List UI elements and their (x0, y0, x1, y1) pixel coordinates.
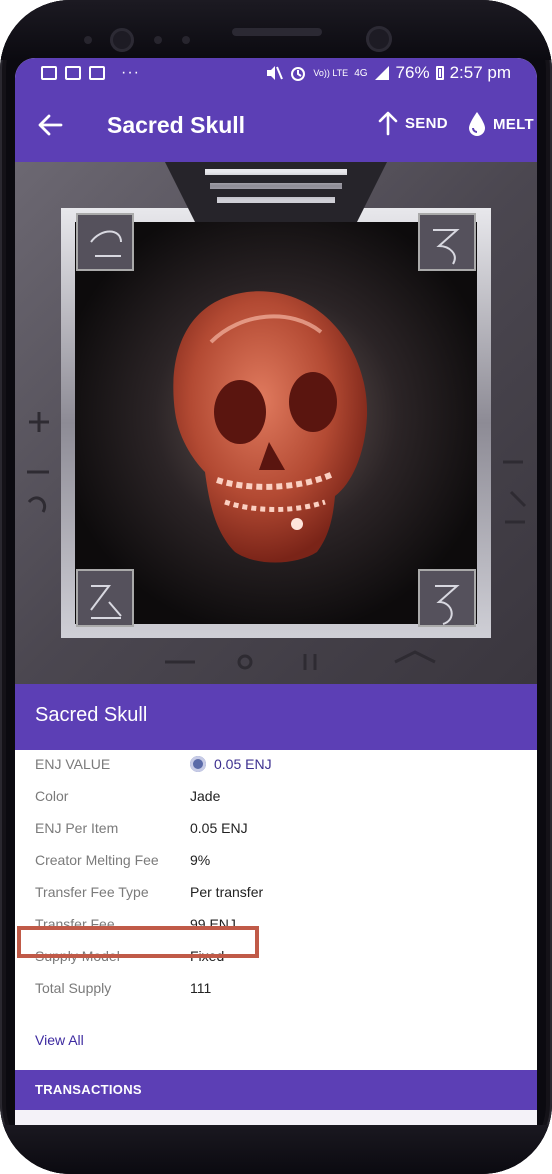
enj-coin-icon (190, 756, 206, 772)
screen: ··· Vo)) LTE 4G 76% 2:57 pm Sacred Skull… (15, 58, 537, 1128)
phone-bottom-bezel (0, 1125, 552, 1174)
notification-icons: ··· (41, 64, 140, 82)
detail-value: 111 (190, 980, 212, 996)
melt-button[interactable]: MELT (467, 110, 534, 138)
transactions-header[interactable]: TRANSACTIONS (15, 1070, 537, 1110)
transactions-label: TRANSACTIONS (35, 1082, 142, 1097)
system-icons: Vo)) LTE 4G 76% 2:57 pm (265, 63, 511, 83)
network-type: 4G (354, 67, 368, 79)
battery-icon (435, 66, 444, 80)
phone-top-bezel (0, 0, 552, 60)
detail-row-enj-per-item: ENJ Per Item 0.05 ENJ (15, 814, 537, 846)
front-camera (366, 26, 392, 52)
gallery-icon (41, 66, 57, 80)
page-title: Sacred Skull (107, 112, 246, 138)
mute-icon (267, 66, 284, 80)
alarm-icon (291, 67, 306, 81)
sensor-dot (182, 36, 190, 44)
detail-label: ENJ VALUE (35, 756, 111, 772)
droplet-icon (469, 112, 485, 136)
detail-row-creator-melting-fee: Creator Melting Fee 9% (15, 846, 537, 878)
detail-value: Jade (190, 788, 221, 804)
melt-label: MELT (493, 115, 534, 133)
detail-label: Creator Melting Fee (35, 852, 159, 868)
document-icon (89, 66, 105, 80)
detail-row-enj-value: ENJ VALUE 0.05 ENJ (15, 750, 537, 782)
detail-value: Per transfer (190, 884, 264, 900)
view-all-link[interactable]: View All (35, 1032, 84, 1048)
battery-percent: 76% (395, 63, 430, 82)
status-bar: ··· Vo)) LTE 4G 76% 2:57 pm (15, 58, 537, 88)
detail-label: Total Supply (35, 980, 112, 996)
detail-row-total-supply: Total Supply 111 (15, 974, 537, 1006)
enj-value-text: 0.05 ENJ (214, 756, 272, 772)
detail-value: 9% (190, 852, 211, 868)
item-image (15, 162, 537, 684)
detail-label: ENJ Per Item (35, 820, 119, 836)
clock: 2:57 pm (449, 63, 511, 82)
phone-frame: ··· Vo)) LTE 4G 76% 2:57 pm Sacred Skull… (0, 0, 552, 1174)
detail-label: Transfer Fee Type (35, 884, 149, 900)
detail-row-color: Color Jade (15, 782, 537, 814)
volte-indicator: Vo)) LTE (313, 67, 349, 78)
up-arrow-icon (378, 111, 398, 136)
detail-row-transfer-fee-type: Transfer Fee Type Per transfer (15, 878, 537, 910)
transfer-fee-highlight-box (17, 926, 259, 958)
back-arrow-icon[interactable] (37, 113, 63, 137)
iris-sensor (110, 28, 134, 52)
item-name-bar: Sacred Skull (15, 684, 537, 750)
item-name: Sacred Skull (35, 704, 148, 726)
detail-value: 0.05 ENJ (190, 756, 272, 772)
mail-icon (65, 66, 81, 80)
item-details: ENJ VALUE 0.05 ENJ Color Jade ENJ Per It… (15, 750, 537, 1070)
send-button[interactable]: SEND (377, 110, 448, 136)
sensor-dot (154, 36, 162, 44)
more-notifications-icon: ··· (121, 64, 140, 81)
send-label: SEND (405, 114, 448, 132)
sensor-dot (84, 36, 92, 44)
app-bar: Sacred Skull SEND MELT (15, 88, 537, 162)
skull-artwork (15, 162, 537, 684)
detail-value: 0.05 ENJ (190, 820, 248, 836)
signal-icon (374, 66, 389, 80)
earpiece-speaker (232, 28, 322, 36)
detail-label: Color (35, 788, 69, 804)
